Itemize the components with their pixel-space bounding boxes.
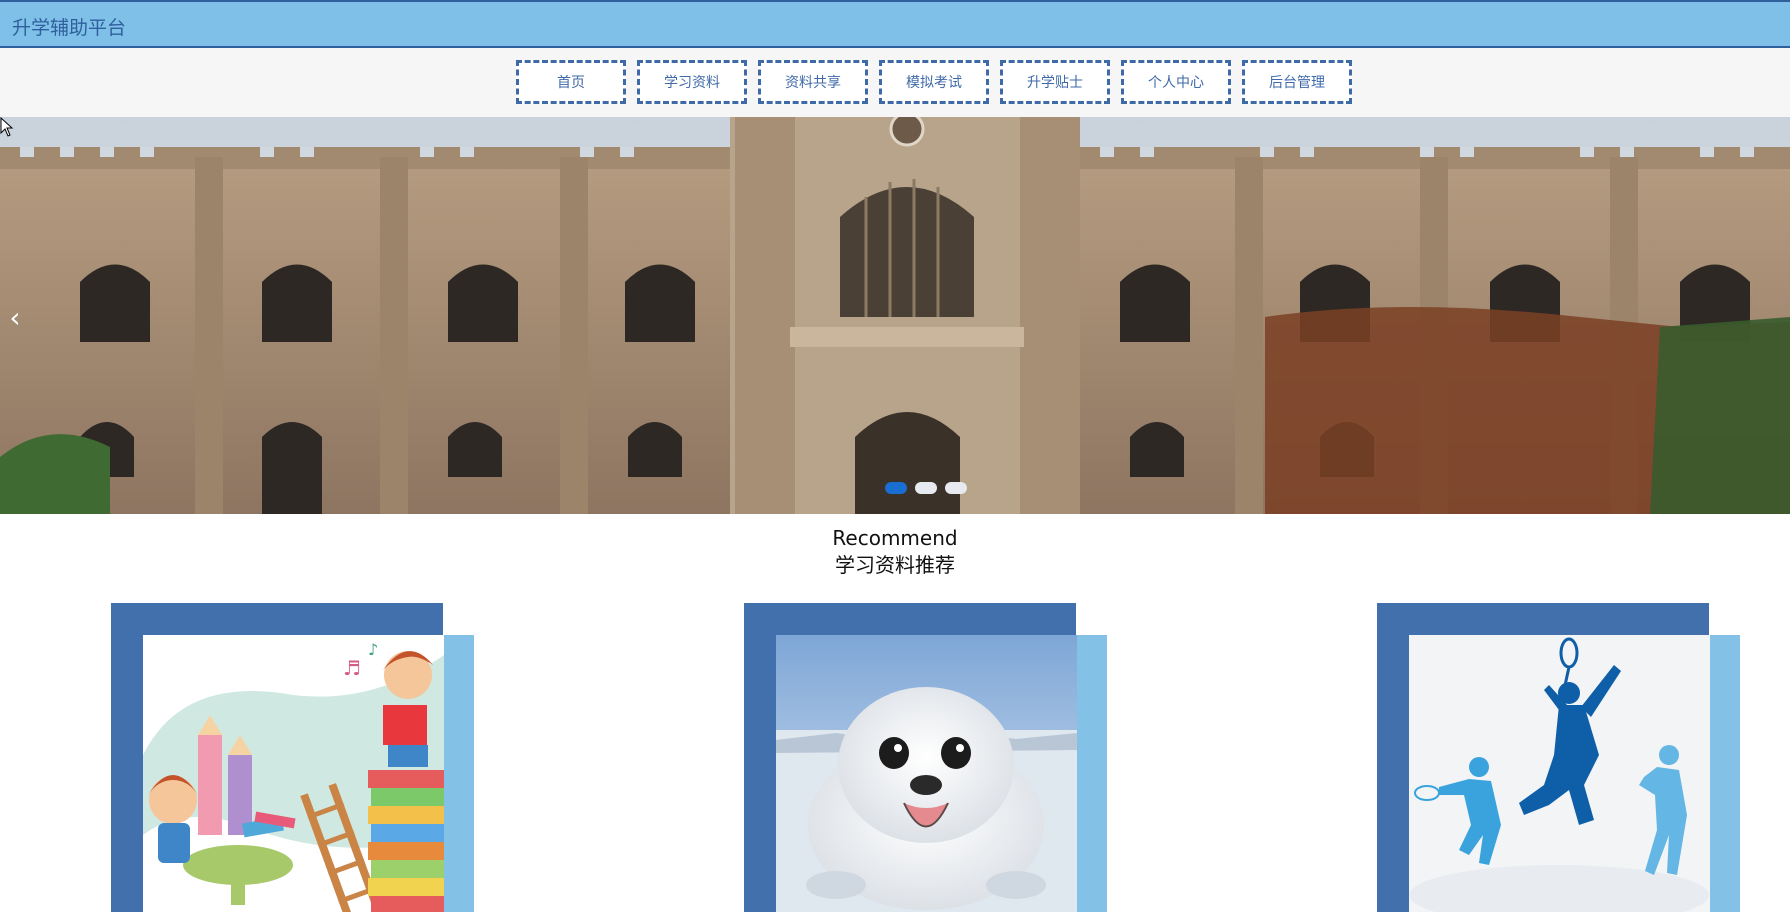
nav-mock-exam[interactable]: 模拟考试 [879, 60, 989, 104]
nav-bar: 首页 学习资料 资料共享 模拟考试 升学贴士 个人中心 后台管理 [0, 48, 1790, 117]
banner-carousel[interactable]: ‹ [0, 117, 1790, 514]
college-building-image [0, 117, 1790, 514]
app-title: 升学辅助平台 [12, 17, 127, 39]
nav-admin[interactable]: 后台管理 [1242, 60, 1352, 104]
carousel-dot[interactable] [945, 482, 967, 494]
carousel-indicators [885, 482, 967, 494]
chevron-left-icon[interactable]: ‹ [4, 302, 26, 334]
svg-text:♬: ♬ [343, 656, 361, 680]
recommend-title-en: Recommend [832, 526, 958, 550]
recommend-card[interactable] [744, 603, 1107, 912]
mouse-pointer-icon [0, 117, 14, 137]
top-header: 升学辅助平台 [0, 0, 1790, 48]
baby-seal-photo [776, 635, 1077, 912]
recommend-card[interactable] [1377, 603, 1740, 912]
nav-admission-tips[interactable]: 升学贴士 [1000, 60, 1110, 104]
nav-personal-center[interactable]: 个人中心 [1121, 60, 1231, 104]
main-nav: 首页 学习资料 资料共享 模拟考试 升学贴士 个人中心 后台管理 [516, 60, 1352, 104]
carousel-dot[interactable] [885, 482, 907, 494]
recommend-heading: Recommend 学习资料推荐 [0, 525, 1790, 579]
nav-material-sharing[interactable]: 资料共享 [758, 60, 868, 104]
recommend-card[interactable]: ♬ ♪ [111, 603, 474, 912]
sports-silhouettes [1409, 635, 1710, 912]
carousel-dot[interactable] [915, 482, 937, 494]
recommend-title-cn: 学习资料推荐 [835, 553, 955, 577]
nav-home[interactable]: 首页 [516, 60, 626, 104]
svg-text:♪: ♪ [368, 640, 378, 659]
nav-study-materials[interactable]: 学习资料 [637, 60, 747, 104]
children-reading-illustration: ♬ ♪ [143, 635, 444, 912]
